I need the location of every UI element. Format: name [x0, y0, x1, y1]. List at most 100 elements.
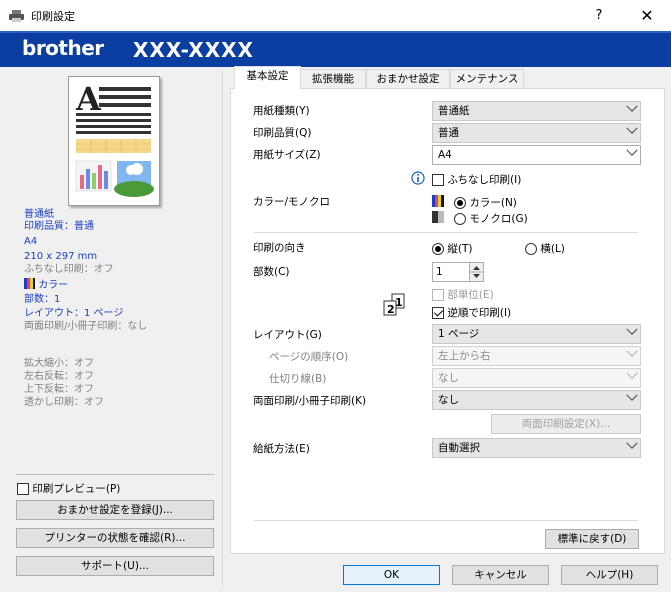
- collate-checkbox[interactable]: 部単位(E): [432, 287, 494, 302]
- summary-copies: 部数：1: [24, 294, 61, 305]
- summary-watermark: 透かし印刷：オフ: [24, 397, 104, 408]
- collate-icon: 1 2: [383, 293, 405, 316]
- chevron-down-icon: [626, 122, 638, 134]
- tab-basic[interactable]: 基本設定: [234, 66, 301, 89]
- tab-advanced[interactable]: 拡張機能: [300, 69, 366, 89]
- radio[interactable]: [525, 243, 537, 255]
- copies-value: 1: [436, 266, 443, 278]
- page-preview-image: A: [68, 76, 160, 206]
- divider: [16, 474, 214, 475]
- media-type-value: 普通紙: [438, 105, 470, 117]
- chevron-down-icon: [626, 437, 638, 449]
- chevron-down-icon: [626, 100, 638, 112]
- add-profile-button[interactable]: おまかせ設定を登録(J)...: [16, 500, 214, 520]
- chevron-down-icon: [626, 389, 638, 401]
- page-order-select[interactable]: 左上から右: [432, 345, 641, 366]
- checkbox[interactable]: [432, 289, 444, 301]
- summary-dimensions: 210 x 297 mm: [24, 251, 98, 262]
- tab-profiles[interactable]: おまかせ設定: [366, 69, 450, 89]
- checkbox-checked[interactable]: [432, 307, 444, 319]
- reverse-order-checkbox[interactable]: 逆順で印刷(I): [432, 305, 511, 320]
- radio[interactable]: [432, 243, 444, 255]
- paper-source-label: 給紙方法(E): [253, 443, 310, 455]
- landscape-label: 横(L): [540, 243, 565, 255]
- printer-icon: [9, 10, 24, 22]
- brand-bar: brother XXX-XXXX: [0, 31, 671, 67]
- layout-label: レイアウト(G): [253, 329, 322, 341]
- model-name: XXX-XXXX: [133, 38, 254, 62]
- color-icon: [432, 195, 444, 207]
- summary-layout: レイアウト：1 ページ: [24, 308, 124, 319]
- borderless-label: ふちなし印刷(I): [447, 174, 522, 186]
- restore-default-button[interactable]: 標準に戻す(D): [545, 529, 639, 549]
- spin-arrows-icon: [470, 266, 483, 278]
- landscape-radio[interactable]: 横(L): [525, 241, 565, 256]
- copies-stepper[interactable]: [469, 263, 483, 281]
- summary-mirror: 左右反転：オフ: [24, 371, 94, 382]
- layout-select[interactable]: 1 ページ: [432, 323, 641, 344]
- title-bar: 印刷設定 ? ✕: [0, 0, 671, 31]
- color-option-label: カラー(N): [469, 197, 517, 209]
- brand-logo: brother: [22, 36, 104, 60]
- support-button[interactable]: サポート(U)...: [16, 556, 214, 576]
- svg-text:A: A: [75, 80, 102, 118]
- chevron-down-icon: [626, 367, 638, 379]
- checkbox[interactable]: [17, 483, 29, 495]
- orientation-label: 印刷の向き: [253, 242, 306, 254]
- border-line-value: なし: [438, 372, 459, 384]
- print-preview-label: 印刷プレビュー(P): [32, 483, 121, 495]
- media-type-label: 用紙種類(Y): [253, 105, 310, 117]
- reverse-order-label: 逆順で印刷(I): [447, 307, 512, 319]
- portrait-radio[interactable]: 縦(T): [432, 241, 472, 256]
- mono-icon: [432, 211, 444, 223]
- checkbox[interactable]: [432, 174, 444, 186]
- paper-size-label: 用紙サイズ(Z): [253, 149, 321, 161]
- quality-value: 普通: [438, 127, 459, 139]
- summary-borderless: ふちなし印刷：オフ: [24, 264, 114, 275]
- paper-source-value: 自動選択: [438, 442, 480, 454]
- layout-value: 1 ページ: [438, 328, 480, 340]
- paper-size-select[interactable]: A4: [432, 144, 641, 165]
- quality-select[interactable]: 普通: [432, 122, 641, 143]
- duplex-select[interactable]: なし: [432, 389, 641, 410]
- color-icon: [24, 278, 35, 289]
- summary-scale: 拡大縮小：オフ: [24, 358, 94, 369]
- summary-size: A4: [24, 236, 38, 247]
- page-order-value: 左上から右: [438, 350, 491, 362]
- collate-label: 部単位(E): [447, 289, 494, 301]
- cancel-button[interactable]: キャンセル: [452, 565, 549, 585]
- page-order-label: ページの順序(O): [269, 351, 349, 363]
- help-button[interactable]: ?: [584, 0, 614, 31]
- printer-status-button[interactable]: プリンターの状態を確認(R)...: [16, 528, 214, 548]
- copies-input[interactable]: 1: [432, 262, 484, 282]
- radio[interactable]: [454, 197, 466, 209]
- paper-size-value: A4: [438, 149, 452, 161]
- media-type-select[interactable]: 普通紙: [432, 100, 641, 121]
- print-preview-checkbox[interactable]: 印刷プレビュー(P): [17, 481, 120, 496]
- duplex-settings-button[interactable]: 両面印刷設定(X)...: [491, 414, 641, 434]
- chevron-down-icon: [626, 323, 638, 335]
- duplex-value: なし: [438, 394, 459, 406]
- summary-duplex: 両面印刷/小冊子印刷：なし: [24, 321, 148, 332]
- tab-maintenance[interactable]: メンテナンス: [450, 69, 524, 89]
- chevron-down-icon: [626, 144, 638, 156]
- divider: [253, 232, 638, 233]
- borderless-checkbox[interactable]: ふちなし印刷(I): [432, 172, 521, 187]
- border-line-select[interactable]: なし: [432, 367, 641, 388]
- close-button[interactable]: ✕: [629, 0, 665, 31]
- divider: [253, 520, 638, 521]
- mono-option-label: モノクロ(G): [469, 213, 528, 225]
- border-line-label: 仕切り線(B): [269, 373, 327, 385]
- summary-reverse: 上下反転：オフ: [24, 384, 94, 395]
- color-radio[interactable]: カラー(N): [454, 195, 517, 210]
- help-dialog-button[interactable]: ヘルプ(H): [561, 565, 658, 585]
- info-icon: [411, 171, 425, 185]
- paper-source-select[interactable]: 自動選択: [432, 437, 641, 458]
- chevron-down-icon: [626, 345, 638, 357]
- mono-radio[interactable]: モノクロ(G): [454, 211, 528, 226]
- window-title: 印刷設定: [31, 10, 75, 23]
- radio[interactable]: [454, 213, 466, 225]
- svg-text:2: 2: [387, 303, 395, 316]
- summary-quality: 印刷品質：普通: [24, 221, 94, 232]
- ok-button[interactable]: OK: [343, 565, 440, 585]
